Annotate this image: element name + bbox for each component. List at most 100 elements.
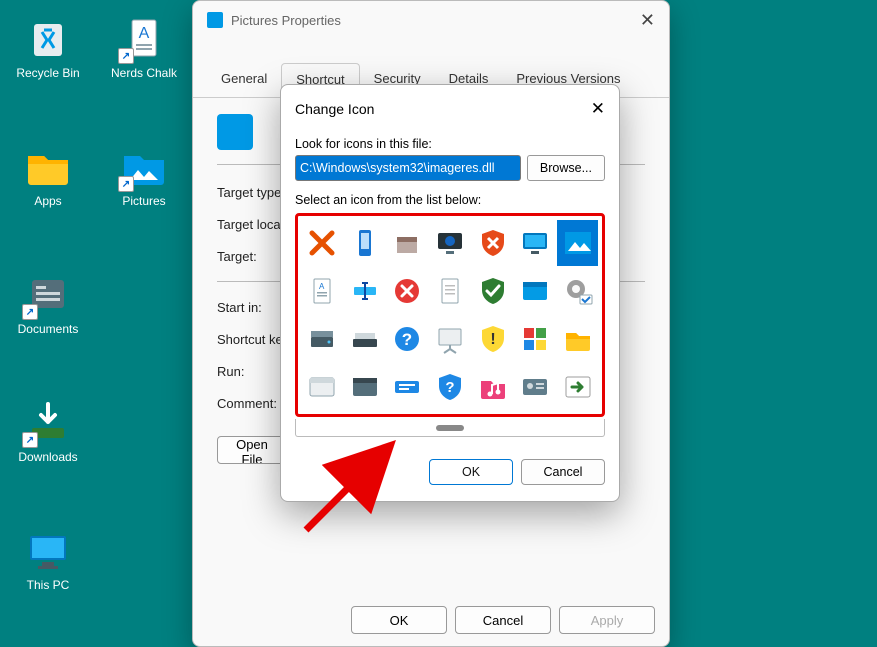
window-dark-icon [349, 371, 381, 403]
document-icon [434, 275, 466, 307]
svg-text:!: ! [490, 331, 495, 348]
scrollbar-thumb[interactable] [436, 425, 464, 431]
desktop-icon-nerds-chalk[interactable]: A ↗ Nerds Chalk [104, 14, 184, 80]
icon-option-desktop-blue[interactable] [515, 268, 556, 314]
x-orange-icon [306, 227, 338, 259]
icon-option-package-box[interactable] [387, 220, 428, 266]
properties-footer: OK Cancel Apply [351, 606, 655, 634]
desktop-icon-pictures[interactable]: ↗ Pictures [104, 142, 184, 208]
svg-text:?: ? [402, 330, 412, 349]
icon-option-window-dark[interactable] [345, 364, 386, 410]
icon-scrollbar[interactable] [295, 419, 605, 437]
run-box-icon [391, 371, 423, 403]
icon-option-blocks-color[interactable] [515, 316, 556, 362]
icon-option-drive[interactable] [302, 316, 343, 362]
icon-option-shield-orange[interactable] [472, 220, 513, 266]
shield-orange-icon [477, 227, 509, 259]
drive-icon [306, 323, 338, 355]
browse-button[interactable]: Browse... [527, 155, 605, 181]
desktop-icon-downloads[interactable]: ↗ Downloads [8, 398, 88, 464]
icon-option-rename-cursor[interactable] [345, 268, 386, 314]
shortcut-large-icon [217, 114, 253, 150]
icon-option-monitor-moon[interactable] [430, 220, 471, 266]
ok-button[interactable]: OK [351, 606, 447, 634]
icon-list-highlight-box: A?!? [295, 213, 605, 417]
desktop-icon-label: Recycle Bin [16, 66, 79, 80]
open-file-location-button[interactable]: Open File Location [217, 436, 287, 464]
scanner-icon [349, 323, 381, 355]
folder-yellow-icon [562, 323, 594, 355]
icon-option-music-folder[interactable] [472, 364, 513, 410]
dialog-title: Change Icon [295, 101, 374, 117]
icon-option-shield-warning[interactable]: ! [472, 316, 513, 362]
icon-option-arrow-right-green[interactable] [557, 364, 598, 410]
icon-option-contact-card[interactable] [515, 364, 556, 410]
icon-option-gear-check[interactable] [557, 268, 598, 314]
blocks-color-icon [519, 323, 551, 355]
svg-text:A: A [139, 25, 150, 42]
change-icon-dialog: Change Icon ✕ Look for icons in this fil… [280, 84, 620, 502]
dialog-cancel-button[interactable]: Cancel [521, 459, 605, 485]
icon-option-shield-question-blue[interactable]: ? [430, 364, 471, 410]
circle-question-blue-icon: ? [391, 323, 423, 355]
desktop-icon-label: Nerds Chalk [111, 66, 177, 80]
cancel-button[interactable]: Cancel [455, 606, 551, 634]
svg-text:?: ? [445, 379, 454, 396]
window-light-icon [306, 371, 338, 403]
icon-option-document-text[interactable]: A [302, 268, 343, 314]
icon-path-input[interactable] [295, 155, 521, 181]
close-icon[interactable]: ✕ [591, 99, 605, 119]
dialog-ok-button[interactable]: OK [429, 459, 513, 485]
document-text-icon: A [306, 275, 338, 307]
icon-grid[interactable]: A?!? [302, 220, 598, 410]
package-box-icon [391, 227, 423, 259]
monitor-blue-icon [519, 227, 551, 259]
shortcut-arrow-icon: ↗ [22, 304, 38, 320]
rename-cursor-icon [349, 275, 381, 307]
desktop-icon-documents[interactable]: ↗ Documents [8, 270, 88, 336]
icon-option-folder-yellow[interactable] [557, 316, 598, 362]
look-for-icons-label: Look for icons in this file: [295, 137, 605, 151]
icon-option-document[interactable] [430, 268, 471, 314]
recycle-bin-icon [24, 14, 72, 62]
tab-general[interactable]: General [207, 63, 281, 97]
titlebar[interactable]: Pictures Properties ✕ [193, 1, 669, 39]
shield-warning-icon: ! [477, 323, 509, 355]
desktop-icon-label: Apps [34, 194, 61, 208]
icon-option-shield-green[interactable] [472, 268, 513, 314]
icon-option-presentation-screen[interactable] [430, 316, 471, 362]
desktop-icon-this-pc[interactable]: This PC [8, 526, 88, 592]
select-icon-label: Select an icon from the list below: [295, 193, 605, 207]
icon-option-phone-blue[interactable] [345, 220, 386, 266]
circle-x-red-icon [391, 275, 423, 307]
this-pc-icon [24, 526, 72, 574]
shield-green-icon [477, 275, 509, 307]
icon-option-circle-x-red[interactable] [387, 268, 428, 314]
icon-option-picture[interactable] [557, 220, 598, 266]
icon-option-window-light[interactable] [302, 364, 343, 410]
phone-blue-icon [349, 227, 381, 259]
apply-button[interactable]: Apply [559, 606, 655, 634]
close-button[interactable]: ✕ [640, 10, 655, 31]
desktop-icon-apps[interactable]: Apps [8, 142, 88, 208]
desktop-blue-icon [519, 275, 551, 307]
desktop-icon-label: Documents [18, 322, 79, 336]
icon-option-monitor-blue[interactable] [515, 220, 556, 266]
window-icon [207, 12, 223, 28]
picture-icon [562, 227, 594, 259]
desktop-icon-label: Pictures [122, 194, 165, 208]
shortcut-arrow-icon: ↗ [22, 432, 38, 448]
shortcut-arrow-icon: ↗ [118, 176, 134, 192]
music-folder-icon [477, 371, 509, 403]
gear-check-icon [562, 275, 594, 307]
icon-option-scanner[interactable] [345, 316, 386, 362]
presentation-screen-icon [434, 323, 466, 355]
svg-text:A: A [319, 282, 325, 291]
desktop-icon-recycle-bin[interactable]: Recycle Bin [8, 14, 88, 80]
icon-option-x-orange[interactable] [302, 220, 343, 266]
icon-option-circle-question-blue[interactable]: ? [387, 316, 428, 362]
icon-option-run-box[interactable] [387, 364, 428, 410]
desktop-icon-label: This PC [27, 578, 70, 592]
contact-card-icon [519, 371, 551, 403]
shortcut-arrow-icon: ↗ [118, 48, 134, 64]
